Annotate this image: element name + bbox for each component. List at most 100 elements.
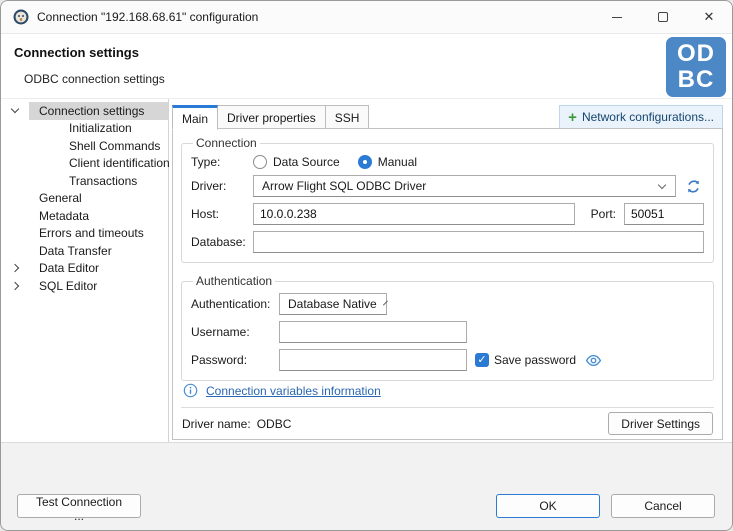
driver-select-value: Arrow Flight SQL ODBC Driver <box>262 179 651 193</box>
tree-item-label: Metadata <box>29 207 168 225</box>
minimize-button[interactable] <box>594 1 640 33</box>
tab-ssh[interactable]: SSH <box>326 105 370 130</box>
eye-icon <box>585 352 602 369</box>
connection-legend: Connection <box>193 136 260 150</box>
authentication-group: Authentication Authentication: Database … <box>181 274 714 381</box>
test-connection-button[interactable]: Test Connection ... <box>17 494 141 518</box>
window-title: Connection "192.168.68.61" configuration <box>37 10 594 24</box>
cancel-button[interactable]: Cancel <box>611 494 715 518</box>
driver-select[interactable]: Arrow Flight SQL ODBC Driver <box>253 175 676 197</box>
page-subtitle: ODBC connection settings <box>24 72 165 86</box>
auth-type-value: Database Native <box>288 297 377 311</box>
show-password-button[interactable] <box>582 349 604 371</box>
page-title: Connection settings <box>14 45 139 60</box>
tree-item-label: Client identification <box>29 155 170 173</box>
host-label: Host: <box>191 207 253 221</box>
chevron-right-icon[interactable] <box>1 283 29 289</box>
save-password-label: Save password <box>494 353 576 367</box>
driver-name-label: Driver name: <box>182 417 251 431</box>
sidebar-item-connection-settings[interactable]: Connection settings <box>1 102 168 120</box>
radio-off-icon <box>253 155 267 169</box>
close-button[interactable]: ✕ <box>686 1 732 33</box>
connection-variables-row: Connection variables information <box>181 381 714 407</box>
window-controls: ✕ <box>594 1 732 33</box>
main-tab-panel: Connection Type: Data Source Manual <box>172 128 723 440</box>
chevron-down-icon[interactable] <box>1 109 29 112</box>
tree-item-label: Errors and timeouts <box>29 225 168 243</box>
checkbox-checked-icon: ✓ <box>475 353 489 367</box>
connection-group: Connection Type: Data Source Manual <box>181 136 714 263</box>
info-icon <box>183 383 198 398</box>
driver-name-value: ODBC <box>257 417 292 431</box>
radio-data-source[interactable]: Data Source <box>253 155 340 169</box>
database-input[interactable] <box>253 231 704 253</box>
radio-manual[interactable]: Manual <box>358 155 417 169</box>
network-configurations-button[interactable]: + Network configurations... <box>559 105 723 129</box>
ok-button[interactable]: OK <box>496 494 600 518</box>
sidebar-item-transactions[interactable]: Transactions <box>1 172 168 190</box>
chevron-down-icon <box>383 300 388 305</box>
radio-data-source-label: Data Source <box>273 155 340 169</box>
host-input[interactable] <box>253 203 575 225</box>
dbeaver-app-icon <box>13 9 29 25</box>
odbc-logo-line2: BC <box>678 67 715 93</box>
username-input[interactable] <box>279 321 467 343</box>
dialog-footer: Test Connection ... OK Cancel <box>1 442 732 531</box>
database-label: Database: <box>191 235 253 249</box>
sidebar-item-client-identification[interactable]: Client identification <box>1 155 168 173</box>
tree-item-label: Connection settings <box>29 102 168 120</box>
driver-row: Driver: Arrow Flight SQL ODBC Driver <box>191 175 704 197</box>
sidebar-item-general[interactable]: General <box>1 190 168 208</box>
auth-type-select[interactable]: Database Native <box>279 293 387 315</box>
connection-variables-link[interactable]: Connection variables information <box>206 384 381 398</box>
save-password-checkbox[interactable]: ✓ Save password <box>475 353 576 367</box>
dialog-header: Connection settings ODBC connection sett… <box>1 34 732 99</box>
sidebar-item-data-transfer[interactable]: Data Transfer <box>1 242 168 260</box>
sidebar-item-shell-commands[interactable]: Shell Commands <box>1 137 168 155</box>
network-configurations-label: Network configurations... <box>582 110 714 124</box>
tab-driver-properties[interactable]: Driver properties <box>218 105 326 130</box>
sidebar-item-data-editor[interactable]: Data Editor <box>1 260 168 278</box>
password-row: Password: ✓ Save password <box>191 349 704 371</box>
driver-label: Driver: <box>191 179 253 193</box>
radio-manual-label: Manual <box>378 155 417 169</box>
chevron-right-icon[interactable] <box>1 265 29 271</box>
sidebar-item-sql-editor[interactable]: SQL Editor <box>1 277 168 295</box>
driver-settings-button[interactable]: Driver Settings <box>608 412 713 435</box>
sidebar-item-metadata[interactable]: Metadata <box>1 207 168 225</box>
database-row: Database: <box>191 231 704 253</box>
tree-item-label: Initialization <box>29 120 168 138</box>
settings-tree: Connection settings Initialization Shell… <box>1 99 169 442</box>
tree-item-label: SQL Editor <box>29 277 168 295</box>
tab-bar: Main Driver properties SSH + Network con… <box>172 105 723 129</box>
maximize-button[interactable] <box>640 1 686 33</box>
plus-icon: + <box>568 109 577 126</box>
port-label: Port: <box>591 207 616 221</box>
password-label: Password: <box>191 353 279 367</box>
password-input[interactable] <box>279 349 467 371</box>
port-input[interactable] <box>624 203 704 225</box>
sidebar-item-errors-and-timeouts[interactable]: Errors and timeouts <box>1 225 168 243</box>
odbc-logo-icon: OD BC <box>666 37 726 97</box>
username-label: Username: <box>191 325 279 339</box>
authentication-legend: Authentication <box>193 274 275 288</box>
close-icon: ✕ <box>704 9 715 25</box>
sync-icon <box>685 178 702 195</box>
tree-item-label: Data Transfer <box>29 242 168 260</box>
tree-item-label: General <box>29 190 168 208</box>
auth-type-label: Authentication: <box>191 297 279 311</box>
tree-item-label: Transactions <box>29 172 168 190</box>
reload-drivers-button[interactable] <box>682 175 704 197</box>
chevron-down-icon <box>658 180 666 188</box>
host-row: Host: Port: <box>191 203 704 225</box>
auth-type-row: Authentication: Database Native <box>191 293 704 315</box>
tree-item-label: Data Editor <box>29 260 168 278</box>
connection-configuration-dialog: Connection "192.168.68.61" configuration… <box>0 0 733 531</box>
sidebar-item-initialization[interactable]: Initialization <box>1 120 168 138</box>
dialog-body: Connection settings Initialization Shell… <box>1 99 732 442</box>
tab-main[interactable]: Main <box>172 105 218 130</box>
main-area: Main Driver properties SSH + Network con… <box>169 99 732 442</box>
driver-name-row: Driver name: ODBC Driver Settings <box>181 407 714 439</box>
tree-item-label: Shell Commands <box>29 137 168 155</box>
type-row: Type: Data Source Manual <box>191 155 704 169</box>
